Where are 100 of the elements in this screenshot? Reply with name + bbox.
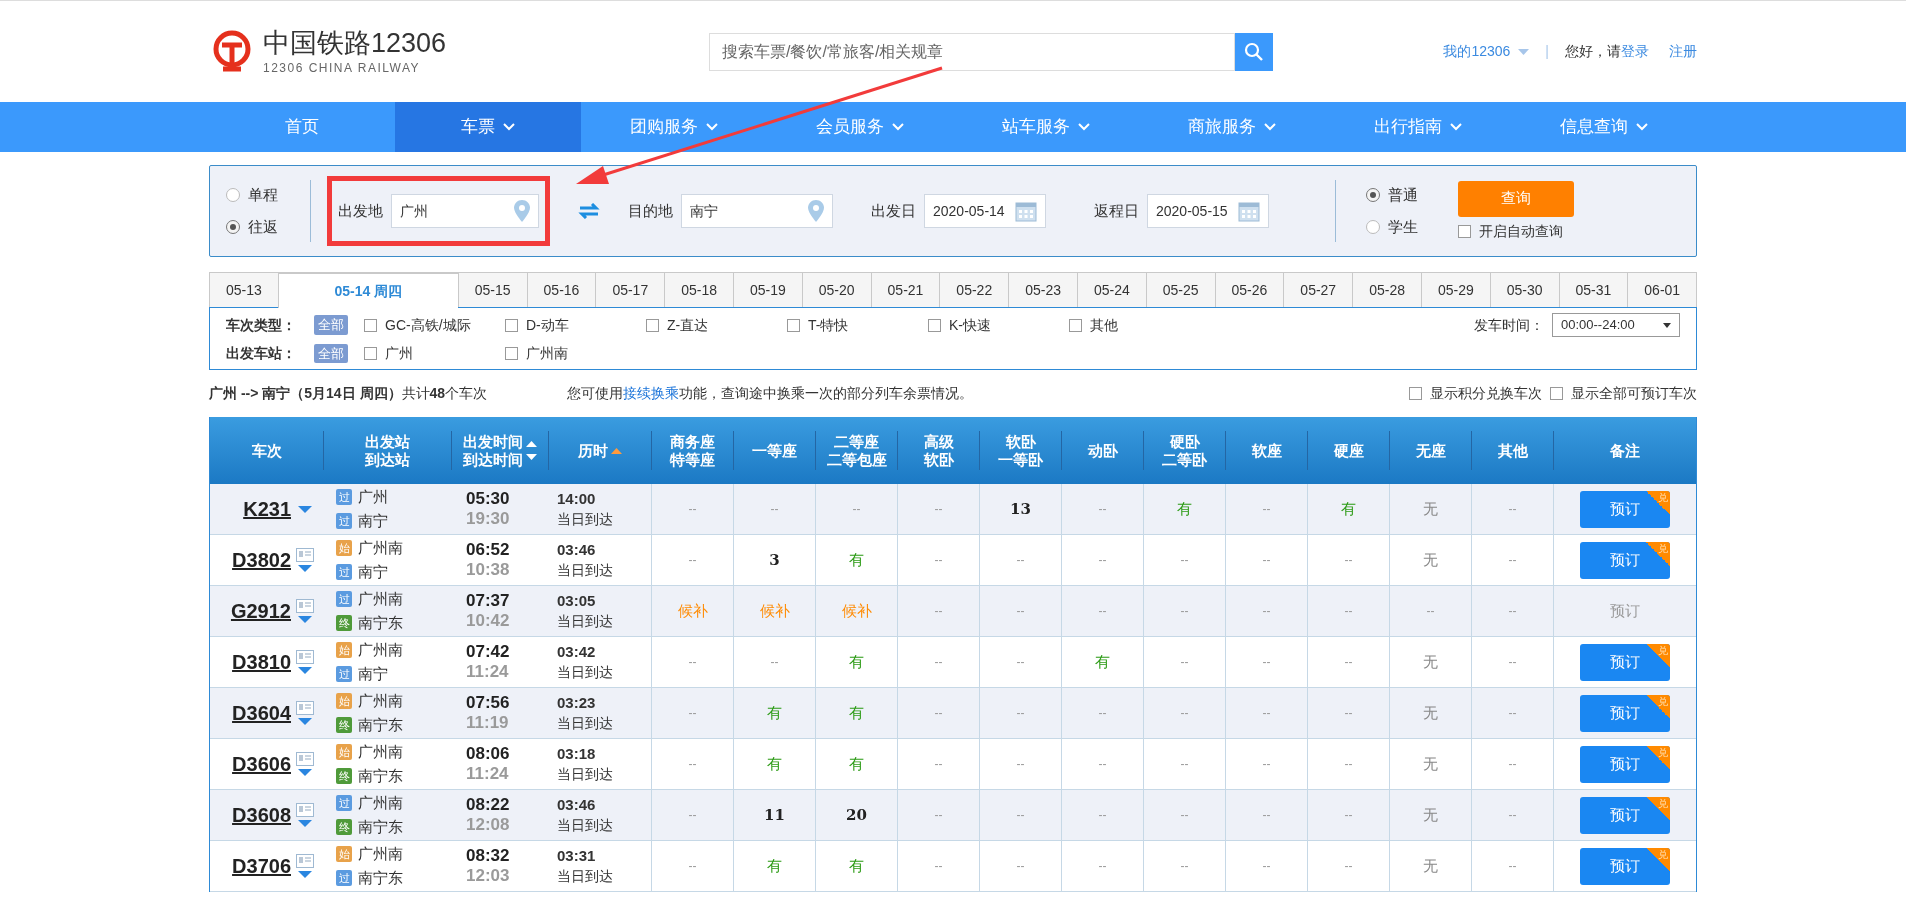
date-tab[interactable]: 05-19 — [733, 272, 802, 307]
train-number-link[interactable]: G2912 — [230, 596, 291, 626]
date-tab[interactable]: 05-28 — [1352, 272, 1421, 307]
checkbox[interactable] — [505, 318, 518, 332]
date-tab[interactable]: 05-29 — [1420, 272, 1490, 307]
caret-down-icon[interactable] — [298, 616, 312, 623]
search-button[interactable] — [1235, 32, 1273, 71]
radio-button[interactable] — [226, 220, 240, 235]
checkbox[interactable] — [787, 318, 800, 332]
date-tab[interactable]: 05-22 — [939, 272, 1009, 307]
checkbox[interactable] — [1550, 387, 1563, 400]
book-button[interactable]: 预订 兑 — [1580, 745, 1670, 783]
id-card-icon[interactable] — [296, 752, 314, 766]
register-link[interactable]: 注册 — [1669, 41, 1697, 62]
train-number-link[interactable]: D3608 — [232, 800, 291, 830]
checkbox-label[interactable]: Z-直达 — [667, 314, 709, 336]
date-tab[interactable]: 05-23 — [1008, 272, 1077, 307]
checkbox-label[interactable]: 其他 — [1090, 314, 1118, 336]
caret-down-icon[interactable] — [298, 769, 312, 776]
radio-button[interactable] — [226, 187, 240, 202]
date-tab[interactable]: 05-31 — [1558, 272, 1628, 307]
date-tab[interactable]: 05-25 — [1145, 272, 1215, 307]
checkbox-label[interactable]: GC-高铁/城际 — [385, 314, 471, 336]
departure-field[interactable]: 广州 — [391, 194, 539, 228]
checkbox-label[interactable]: 广州南 — [526, 343, 568, 364]
book-button[interactable]: 预订 兑 — [1580, 796, 1670, 834]
account-link[interactable]: 我的12306 — [1443, 41, 1511, 62]
date-tab[interactable]: 06-01 — [1627, 272, 1698, 307]
book-button[interactable]: 预订 兑 — [1580, 490, 1670, 528]
checkbox-label[interactable]: D-动车 — [526, 314, 569, 336]
checkbox-label[interactable]: 广州 — [385, 343, 413, 364]
train-number-link[interactable]: D3802 — [232, 545, 291, 575]
checkbox-label[interactable]: 开启自动查询 — [1479, 220, 1563, 242]
id-card-icon[interactable] — [296, 548, 314, 562]
caret-down-icon[interactable] — [298, 565, 312, 572]
checkbox[interactable] — [646, 318, 659, 332]
id-card-icon[interactable] — [296, 854, 314, 868]
date-tab[interactable]: 05-13 — [209, 272, 278, 307]
column-header[interactable]: 出发时间 到达时间 — [463, 432, 523, 469]
id-card-icon[interactable] — [296, 803, 314, 817]
book-button[interactable]: 预订 兑 — [1580, 847, 1670, 885]
date-tab[interactable]: 05-14 周四 — [277, 272, 458, 308]
date-tab[interactable]: 05-17 — [595, 272, 665, 307]
date-tab[interactable]: 05-26 — [1214, 272, 1284, 307]
column-header[interactable]: 历时 — [578, 441, 608, 460]
login-link[interactable]: 登录 — [1621, 41, 1649, 62]
date-tab[interactable]: 05-16 — [526, 272, 596, 307]
checkbox[interactable] — [364, 318, 377, 332]
destination-field[interactable]: 南宁 — [681, 194, 833, 228]
date-tab[interactable]: 05-15 — [457, 272, 527, 307]
checkbox[interactable] — [364, 347, 377, 360]
book-button[interactable]: 预订 兑 — [1580, 643, 1670, 681]
checkbox[interactable] — [1409, 387, 1422, 400]
checkbox-label[interactable]: T-特快 — [808, 314, 849, 336]
date-tab[interactable]: 05-27 — [1283, 272, 1353, 307]
train-number-link[interactable]: D3810 — [232, 647, 291, 677]
train-number-link[interactable]: D3706 — [232, 851, 291, 881]
caret-down-icon[interactable] — [298, 505, 312, 513]
book-button[interactable]: 预订 兑 — [1580, 694, 1670, 732]
radio-label[interactable]: 普通 — [1388, 183, 1418, 206]
caret-down-icon[interactable] — [298, 667, 312, 674]
seat-availability: -- — [1098, 603, 1107, 620]
radio-label[interactable]: 往返 — [248, 216, 278, 239]
date-tab[interactable]: 05-24 — [1076, 272, 1146, 307]
transfer-link[interactable]: 接续换乘 — [623, 385, 679, 401]
id-card-icon[interactable] — [296, 701, 314, 715]
checkbox[interactable] — [928, 318, 941, 332]
date-tab[interactable]: 05-18 — [664, 272, 733, 307]
checkbox-label[interactable]: K-快速 — [949, 314, 991, 336]
checkbox[interactable] — [1458, 224, 1471, 238]
sort-up-icon[interactable] — [526, 441, 537, 447]
caret-down-icon[interactable] — [298, 718, 312, 725]
train-number-link[interactable]: D3604 — [232, 698, 291, 728]
date-tab[interactable]: 05-30 — [1489, 272, 1559, 307]
caret-down-icon[interactable] — [1518, 48, 1530, 55]
caret-down-icon[interactable] — [298, 820, 312, 827]
radio-button[interactable] — [1366, 220, 1380, 235]
return-date-field[interactable]: 2020-05-15 — [1147, 194, 1269, 228]
caret-down-icon[interactable] — [298, 871, 312, 878]
date-tab[interactable]: 05-21 — [870, 272, 940, 307]
site-search-field[interactable]: 搜索车票/餐饮/常旅客/相关规章 — [709, 32, 1235, 71]
checkbox-label[interactable]: 显示全部可预订车次 — [1571, 383, 1697, 404]
train-number-link[interactable]: K231 — [243, 494, 291, 524]
date-tab[interactable]: 05-20 — [801, 272, 871, 307]
sort-down-icon[interactable] — [526, 454, 537, 460]
checkbox[interactable] — [1069, 318, 1082, 332]
checkbox-label[interactable]: 显示积分兑换车次 — [1430, 383, 1542, 404]
radio-button[interactable] — [1366, 187, 1380, 202]
sort-up-icon[interactable] — [611, 447, 622, 454]
radio-label[interactable]: 单程 — [248, 183, 278, 206]
radio-label[interactable]: 学生 — [1388, 216, 1418, 239]
swap-icon[interactable] — [578, 203, 600, 219]
train-number-link[interactable]: D3606 — [232, 749, 291, 779]
time-range-select[interactable]: 00:00--24:00 — [1552, 313, 1680, 337]
id-card-icon[interactable] — [296, 599, 314, 613]
id-card-icon[interactable] — [296, 650, 314, 664]
nav-tab[interactable]: 车票 — [395, 102, 581, 152]
departure-date-field[interactable]: 2020-05-14 — [924, 194, 1046, 228]
book-button[interactable]: 预订 兑 — [1580, 541, 1670, 579]
checkbox[interactable] — [505, 347, 518, 360]
